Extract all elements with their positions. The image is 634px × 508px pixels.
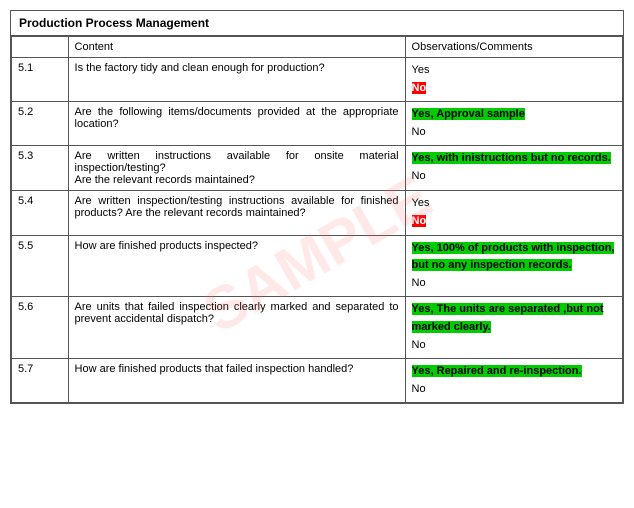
row-num: 5.1 <box>12 58 69 102</box>
row-content: How are finished products that failed in… <box>68 359 405 403</box>
observation-green: Yes, with inistructions but no records. <box>412 152 611 164</box>
observation-plain: Yes <box>412 197 430 209</box>
observation-plain: Yes <box>412 64 430 76</box>
row-num: 5.7 <box>12 359 69 403</box>
observation-green: Yes, 100% of products with inspection, b… <box>412 242 615 272</box>
production-table: Production Process Management Content Ob… <box>10 10 624 404</box>
table-row: 5.1Is the factory tidy and clean enough … <box>12 58 623 102</box>
observation-plain: No <box>412 383 426 395</box>
observation-plain: No <box>412 339 426 351</box>
row-observations: Yes, Repaired and re-inspection. No <box>405 359 622 403</box>
header-num <box>12 37 69 58</box>
row-num: 5.2 <box>12 102 69 146</box>
observation-plain: No <box>412 277 426 289</box>
row-content: Are the following items/documents provid… <box>68 102 405 146</box>
observation-plain: No <box>412 170 426 182</box>
row-observations: Yes, with inistructions but no records. N… <box>405 146 622 191</box>
row-content: Are written instructions available for o… <box>68 146 405 191</box>
observation-plain: No <box>412 126 426 138</box>
row-num: 5.4 <box>12 191 69 235</box>
observation-green: Yes, Approval sample <box>412 108 525 120</box>
observation-green: Yes, Repaired and re-inspection. <box>412 365 582 377</box>
row-num: 5.6 <box>12 297 69 359</box>
table-row: 5.5How are finished products inspected?Y… <box>12 235 623 297</box>
row-observations: Yes, The units are separated ,but not ma… <box>405 297 622 359</box>
row-observations: Yes, 100% of products with inspection, b… <box>405 235 622 297</box>
header-content: Content <box>68 37 405 58</box>
table-title: Production Process Management <box>11 11 623 36</box>
row-content: Are units that failed inspection clearly… <box>68 297 405 359</box>
row-observations: Yes, Approval sample No <box>405 102 622 146</box>
observation-green: Yes, The units are separated ,but not ma… <box>412 303 604 333</box>
row-content: Are written inspection/testing instructi… <box>68 191 405 235</box>
table-row: 5.3Are written instructions available fo… <box>12 146 623 191</box>
observation-red: No <box>412 82 427 94</box>
header-observations: Observations/Comments <box>405 37 622 58</box>
row-content: How are finished products inspected? <box>68 235 405 297</box>
row-observations: Yes No <box>405 58 622 102</box>
observation-red: No <box>412 215 427 227</box>
table-row: 5.6Are units that failed inspection clea… <box>12 297 623 359</box>
table-row: 5.4Are written inspection/testing instru… <box>12 191 623 235</box>
row-num: 5.5 <box>12 235 69 297</box>
row-observations: Yes No <box>405 191 622 235</box>
table-row: 5.2Are the following items/documents pro… <box>12 102 623 146</box>
row-num: 5.3 <box>12 146 69 191</box>
table-row: 5.7How are finished products that failed… <box>12 359 623 403</box>
row-content: Is the factory tidy and clean enough for… <box>68 58 405 102</box>
